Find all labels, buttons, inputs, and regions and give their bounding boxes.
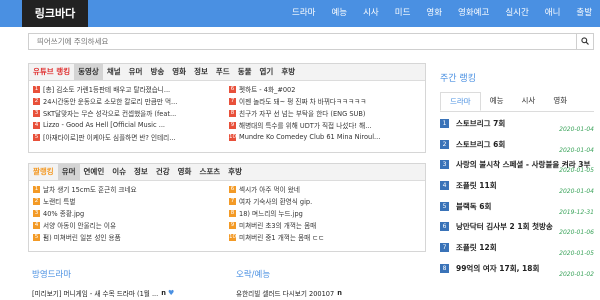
nav-item-current-affairs[interactable]: 시사 xyxy=(355,0,387,27)
top-navbar: 링크바다 드라마 예능 시사 미드 영화 영화예고 실시간 애니 출발 xyxy=(0,0,600,27)
site-logo[interactable]: 링크바다 xyxy=(22,0,88,27)
weekly-ranking-tabs: 드라마 예능 시사 영화 xyxy=(440,92,594,112)
ranking-item[interactable]: 8 99억의 여자 17회, 18회 2020-01-02 xyxy=(440,261,594,282)
tab-movie[interactable]: 영화 xyxy=(544,92,576,111)
tab-variety[interactable]: 예능 xyxy=(481,92,513,111)
ranking-item[interactable]: 4 조플릿 11회 2020-01-04 xyxy=(440,178,594,199)
drama-section-title[interactable]: 방영드라마 xyxy=(32,268,71,280)
search-button[interactable] xyxy=(576,33,593,50)
list-item[interactable]: 8 18) 며느리의 누드.jpg xyxy=(229,207,421,219)
nav-item-drama[interactable]: 드라마 xyxy=(284,0,323,27)
ranking-item[interactable]: 1 스토브리그 7회 2020-01-04 xyxy=(440,116,594,137)
tab-video[interactable]: 동영상 xyxy=(74,64,103,80)
list-item[interactable]: 5 펌) 미쳐버린 일본 성인 용품 xyxy=(33,231,221,243)
tab-humor-ranking[interactable]: 짤랭킹 xyxy=(29,164,58,180)
list-item[interactable]: 2 노랜티 특별 xyxy=(33,195,221,207)
new-badge-icon: n xyxy=(161,289,166,297)
ranking-item[interactable]: 5 블랙독 6회 2019-12-31 xyxy=(440,199,594,220)
tab-info[interactable]: 정보 xyxy=(130,164,152,180)
tab-youtube-ranking[interactable]: 유튜브 랭킹 xyxy=(29,64,74,80)
main-nav: 드라마 예능 시사 미드 영화 영화예고 실시간 애니 출발 xyxy=(284,0,600,27)
tab-issue[interactable]: 이슈 xyxy=(108,164,130,180)
humor-category-tabs: 짤랭킹 유머 연예인 이슈 정보 건강 영화 스포츠 후방 xyxy=(29,164,425,181)
humor-rank-list-right: 6 섹시가 아주 먹이 왔네 7 여자 기숙사의 환영식 gip. 8 18) 며느리… xyxy=(229,183,421,243)
list-item[interactable]: 7 여자 기숙사의 환영식 gip. xyxy=(229,195,421,207)
nav-item-movie[interactable]: 영화 xyxy=(418,0,450,27)
list-item[interactable]: 7 이젠 놀라도 돼~ 펑 진짜 차 바뀌다ㅋㅋㅋㅋㅋ xyxy=(229,95,421,107)
ranking-item[interactable]: 3 사랑의 불시착 스페셜 - 사랑불을 켜라 3부 2020-01-05 xyxy=(440,157,594,178)
variety-section-title[interactable]: 오락/예능 xyxy=(236,268,270,280)
ranking-item[interactable]: 6 낭만닥터 김사부 2 1회 첫방송 2020-01-06 xyxy=(440,219,594,240)
tab-celebrity[interactable]: 연예인 xyxy=(80,164,109,180)
list-item[interactable]: 4 Lizzo - Good As Hell [Official Music ..… xyxy=(33,119,221,131)
heart-icon: ♥ xyxy=(167,289,175,297)
tab-food[interactable]: 푸드 xyxy=(212,64,234,80)
humor-ranking-panel: 짤랭킹 유머 연예인 이슈 정보 건강 영화 스포츠 후방 1 날차 생기 15c… xyxy=(28,163,426,252)
ranking-item[interactable]: 7 조플릿 12회 2020-01-05 xyxy=(440,240,594,261)
tab-channel[interactable]: 채널 xyxy=(103,64,125,80)
list-item[interactable]: 2 24시간동안 운동으로 소모한 칼로리 만큼만 먹... xyxy=(33,95,221,107)
tab-animal[interactable]: 동물 xyxy=(234,64,256,80)
humor-rank-list-left: 1 날차 생기 15cm도 훈근히 크네요 2 노랜티 특별 3 40% 종황.jpg… xyxy=(33,183,221,243)
list-item[interactable]: 9 미쳐버린 초3의 개꺽는 몸매 xyxy=(229,219,421,231)
tab-info[interactable]: 정보 xyxy=(190,64,212,80)
list-item[interactable]: 3 40% 종황.jpg xyxy=(33,207,221,219)
list-item[interactable]: 10 미쳐버린 중1 개꺽는 몸매 ㄷㄷ xyxy=(229,231,421,243)
list-item[interactable]: 1 날차 생기 15cm도 훈근히 크네요 xyxy=(33,183,221,195)
list-item[interactable]: 6 펫하트 - 4화_#002 xyxy=(229,83,421,95)
list-item[interactable]: 3 SKT달맞자는 무슨 성각으로 컨셉했을까 (feat... xyxy=(33,107,221,119)
new-badge-icon: n xyxy=(337,289,342,297)
nav-item-us-drama[interactable]: 미드 xyxy=(387,0,419,27)
nav-item-movie-trailer[interactable]: 영화예고 xyxy=(450,0,497,27)
list-item[interactable]: 9 해병대의 특수를 위해 UDT가 직접 나섰다! 해... xyxy=(229,119,421,131)
nav-item-variety[interactable]: 예능 xyxy=(323,0,355,27)
drama-list-item[interactable]: [미리보기] 머니게임 - 새 수목 드라마 (1월 ... n ♥ xyxy=(32,287,222,299)
tab-adult[interactable]: 후방 xyxy=(224,164,246,180)
ranking-item[interactable]: 2 스토브리그 6회 2020-01-04 xyxy=(440,137,594,158)
list-item[interactable]: 10 Mundre Ko Comedey Club 61 Mina Niroul.… xyxy=(229,131,421,143)
nav-item-live[interactable]: 실시간 xyxy=(497,0,536,27)
nav-item-start[interactable]: 출발 xyxy=(568,0,600,27)
tab-bizarre[interactable]: 엽기 xyxy=(256,64,278,80)
tab-broadcast[interactable]: 방송 xyxy=(146,64,168,80)
weekly-ranking-title: 주간 랭킹 xyxy=(440,74,476,84)
youtube-category-tabs: 유튜브 랭킹 동영상 채널 유머 방송 영화 정보 푸드 동물 엽기 후방 xyxy=(29,64,425,81)
tab-adult[interactable]: 후방 xyxy=(277,64,299,80)
weekly-ranking-list: 1 스토브리그 7회 2020-01-04 2 스토브리그 6회 2020-01-04 … xyxy=(440,116,594,282)
tab-sports[interactable]: 스포츠 xyxy=(195,164,224,180)
list-item[interactable]: 5 [아재타이로]판 이케아도 심플하면 반? 인테리... xyxy=(33,131,221,143)
tab-movie[interactable]: 영화 xyxy=(168,64,190,80)
tab-drama[interactable]: 드라마 xyxy=(440,92,481,111)
youtube-rank-list-right: 6 펫하트 - 4화_#002 7 이젠 놀라도 돼~ 펑 진짜 차 바뀌다ㅋㅋㅋㅋ… xyxy=(229,83,421,143)
variety-list-item[interactable]: 유한리빌 셀러드 다시보기 200107 n xyxy=(236,287,422,299)
tab-movie[interactable]: 영화 xyxy=(174,164,196,180)
search-bar xyxy=(28,33,594,50)
tab-humor[interactable]: 유머 xyxy=(57,164,80,180)
youtube-rank-list-left: 1 [총] 김소토 가렌1등판테 배우고 탈라졌습니... 2 24시간동안 운동으… xyxy=(33,83,221,143)
list-item[interactable]: 4 서양 아동이 안울리는 이유 xyxy=(33,219,221,231)
tab-humor[interactable]: 유머 xyxy=(125,64,147,80)
list-item[interactable]: 6 섹시가 아주 먹이 왔네 xyxy=(229,183,421,195)
tab-current-affairs[interactable]: 시사 xyxy=(513,92,545,111)
tab-health[interactable]: 건강 xyxy=(152,164,174,180)
nav-item-anime[interactable]: 애니 xyxy=(537,0,569,27)
list-item[interactable]: 1 [총] 김소토 가렌1등판테 배우고 탈라졌습니... xyxy=(33,83,221,95)
search-input[interactable] xyxy=(37,36,537,47)
search-icon xyxy=(581,37,589,45)
list-item[interactable]: 8 친구가 자꾸 선 넘는 부탁을 한다 (ENG SUB) xyxy=(229,107,421,119)
youtube-ranking-panel: 유튜브 랭킹 동영상 채널 유머 방송 영화 정보 푸드 동물 엽기 후방 1[… xyxy=(28,63,426,153)
